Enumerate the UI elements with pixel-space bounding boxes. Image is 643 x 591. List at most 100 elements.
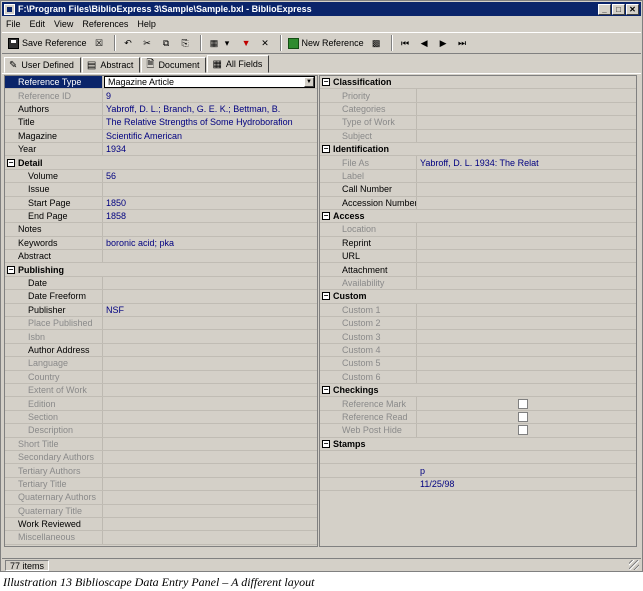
- last-record-button[interactable]: ⏭: [454, 35, 471, 52]
- field-row-custom-2[interactable]: Custom 2: [320, 317, 636, 331]
- field-row-date[interactable]: Date: [5, 276, 317, 291]
- field-value-reference-type[interactable]: Magazine Article ▼: [104, 76, 315, 89]
- table-view-button[interactable]: ▩: [368, 35, 385, 52]
- field-value-title[interactable]: The Relative Strengths of Some Hydrobora…: [103, 116, 317, 128]
- field-row-attachment[interactable]: Attachment: [320, 263, 636, 277]
- undo-button[interactable]: ↶: [120, 35, 137, 52]
- field-value-country[interactable]: [103, 371, 317, 383]
- field-value-language[interactable]: [103, 357, 317, 369]
- field-row-volume[interactable]: Volume 56: [5, 169, 317, 184]
- view-options-button[interactable]: ▦ ▾: [206, 35, 236, 52]
- field-value-categories[interactable]: [417, 103, 636, 115]
- field-value-short-title[interactable]: [103, 438, 317, 450]
- field-value-quaternary-title[interactable]: [103, 505, 317, 517]
- field-row-notes[interactable]: Notes: [5, 223, 317, 237]
- category-detail[interactable]: − Detail: [5, 156, 317, 170]
- field-row-place-published[interactable]: Place Published: [5, 317, 317, 331]
- field-value-reprint[interactable]: [417, 237, 636, 249]
- delete-button[interactable]: ✕: [257, 35, 274, 52]
- save-reference-button[interactable]: Save Reference: [6, 35, 89, 52]
- collapse-icon[interactable]: −: [322, 78, 330, 87]
- field-value-custom-1[interactable]: [417, 304, 636, 316]
- category-access[interactable]: − Access: [320, 210, 636, 224]
- field-row-call-number[interactable]: Call Number: [320, 183, 636, 197]
- field-row-availability[interactable]: Availability: [320, 276, 636, 291]
- field-value-notes[interactable]: [103, 223, 317, 235]
- tab-abstract[interactable]: ▤ Abstract: [81, 57, 141, 73]
- field-value-label[interactable]: [417, 170, 636, 182]
- menu-help[interactable]: Help: [137, 19, 156, 29]
- field-value-reference-id[interactable]: 9: [103, 89, 317, 101]
- field-row-custom-6[interactable]: Custom 6: [320, 370, 636, 384]
- field-row-label[interactable]: Label: [320, 169, 636, 184]
- category-custom[interactable]: − Custom: [320, 290, 636, 304]
- field-row-custom-4[interactable]: Custom 4: [320, 343, 636, 358]
- field-row-type-of-work[interactable]: Type of Work: [320, 116, 636, 130]
- field-row-year[interactable]: Year 1934: [5, 142, 317, 157]
- next-record-button[interactable]: ▶: [435, 35, 452, 52]
- field-row-miscellaneous[interactable]: Miscellaneous: [5, 531, 317, 545]
- tab-all-fields[interactable]: ▦ All Fields: [207, 55, 270, 73]
- field-row-file-as[interactable]: File As Yabroff, D. L. 1934: The Relat: [320, 156, 636, 170]
- field-row-authors[interactable]: Authors Yabroff, D. L.; Branch, G. E. K.;…: [5, 102, 317, 117]
- field-row-priority[interactable]: Priority: [320, 89, 636, 103]
- field-row-description[interactable]: Description: [5, 424, 317, 438]
- field-value-type-of-work[interactable]: [417, 116, 636, 128]
- field-row-keywords[interactable]: Keywords boronic acid; pka: [5, 236, 317, 251]
- field-value-issue[interactable]: [103, 183, 317, 195]
- field-value-url[interactable]: [417, 250, 636, 262]
- collapse-icon[interactable]: −: [7, 265, 15, 274]
- field-row-secondary-authors[interactable]: Secondary Authors: [5, 450, 317, 465]
- collapse-icon[interactable]: −: [7, 158, 15, 167]
- field-row-accession-number[interactable]: Accession Number: [320, 196, 636, 210]
- field-value-quaternary-authors[interactable]: [103, 491, 317, 503]
- field-row-abstract[interactable]: Abstract: [5, 250, 317, 264]
- field-value-place-published[interactable]: [103, 317, 317, 329]
- field-value-section[interactable]: [103, 411, 317, 423]
- field-value-author-address[interactable]: [103, 344, 317, 356]
- field-row-custom-5[interactable]: Custom 5: [320, 357, 636, 371]
- field-row-end-page[interactable]: End Page 1858: [5, 209, 317, 224]
- field-row-categories[interactable]: Categories: [320, 102, 636, 117]
- field-value-date-freeform[interactable]: [103, 290, 317, 302]
- category-classification[interactable]: − Classification: [320, 76, 636, 90]
- field-row-start-page[interactable]: Start Page 1850: [5, 196, 317, 210]
- tab-user-defined[interactable]: ✎ User Defined: [4, 57, 81, 73]
- paste-button[interactable]: ⎘: [177, 35, 194, 52]
- field-value-start-page[interactable]: 1850: [103, 197, 317, 209]
- field-value-accession-number[interactable]: [417, 197, 636, 209]
- field-value-file-as[interactable]: Yabroff, D. L. 1934: The Relat: [417, 156, 636, 168]
- field-row-publisher[interactable]: Publisher NSF: [5, 303, 317, 318]
- stamp-row[interactable]: p: [320, 464, 636, 478]
- menu-edit[interactable]: Edit: [30, 19, 46, 29]
- cancel-edit-button[interactable]: ☒: [91, 35, 108, 52]
- collapse-icon[interactable]: −: [322, 145, 330, 154]
- field-row-language[interactable]: Language: [5, 357, 317, 371]
- field-row-date-freeform[interactable]: Date Freeform: [5, 290, 317, 304]
- close-button[interactable]: ✕: [626, 3, 639, 15]
- category-stamps[interactable]: − Stamps: [320, 438, 636, 451]
- field-value-year[interactable]: 1934: [103, 143, 317, 155]
- first-record-button[interactable]: ⏮: [397, 35, 414, 52]
- menu-references[interactable]: References: [82, 19, 128, 29]
- field-row-tertiary-title[interactable]: Tertiary Title: [5, 477, 317, 492]
- field-value-call-number[interactable]: [417, 183, 636, 195]
- menu-view[interactable]: View: [54, 19, 73, 29]
- field-value-authors[interactable]: Yabroff, D. L.; Branch, G. E. K.; Bettma…: [103, 103, 317, 115]
- field-row-subject[interactable]: Subject: [320, 129, 636, 143]
- resize-grip-icon[interactable]: [629, 560, 639, 570]
- collapse-icon[interactable]: −: [322, 292, 330, 301]
- field-row-magazine[interactable]: Magazine Scientific American: [5, 129, 317, 143]
- cut-button[interactable]: ✂: [139, 35, 156, 52]
- field-row-issue[interactable]: Issue: [5, 183, 317, 197]
- field-value-work-reviewed[interactable]: [103, 518, 317, 530]
- checkbox-reference-read[interactable]: [518, 411, 528, 422]
- copy-button[interactable]: ⧉: [158, 35, 175, 52]
- category-publishing[interactable]: − Publishing: [5, 263, 317, 277]
- collapse-icon[interactable]: −: [322, 212, 330, 221]
- mark-button[interactable]: ▼: [238, 35, 255, 52]
- field-row-section[interactable]: Section: [5, 410, 317, 425]
- field-row-work-reviewed[interactable]: Work Reviewed: [5, 517, 317, 532]
- field-row-reference-read[interactable]: Reference Read: [320, 410, 636, 425]
- new-reference-button[interactable]: New Reference: [286, 35, 366, 52]
